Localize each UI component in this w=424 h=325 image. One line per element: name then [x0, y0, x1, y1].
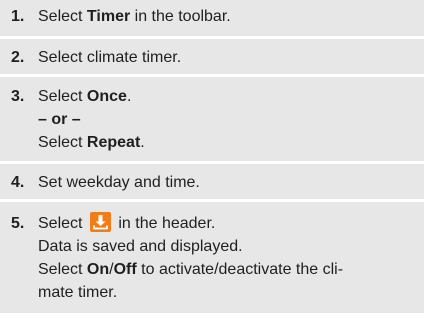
step-number: 3.	[11, 88, 25, 105]
step-text: Select Once.	[38, 88, 132, 105]
step-number: 1.	[11, 8, 25, 25]
save-icon	[89, 212, 111, 232]
timer-label: Timer	[86, 8, 131, 25]
step-4: 4. Set weekday and time.	[0, 161, 424, 199]
repeat-label: Repeat	[86, 134, 141, 151]
off-label: Off	[113, 261, 137, 278]
or-separator: – or –	[38, 111, 81, 128]
step-text: Set weekday and time.	[38, 174, 200, 191]
step-number: 4.	[11, 174, 25, 191]
once-label: Once	[86, 88, 127, 105]
step-number: 5.	[11, 215, 25, 232]
step-text: Select On/Off to activate/deactivate the…	[38, 261, 344, 278]
step-3: 3. Select Once. – or – Select Repeat.	[0, 74, 424, 161]
step-2: 2. Select climate timer.	[0, 36, 424, 74]
step-text: Select climate timer.	[38, 49, 182, 66]
step-result-text: Data is saved and displayed.	[38, 238, 243, 255]
step-text: mate timer.	[38, 284, 118, 301]
step-5: 5. Select in the header. Data is saved a…	[0, 199, 424, 313]
step-1: 1. Select Timer in the toolbar.	[0, 0, 424, 36]
step-number: 2.	[11, 49, 25, 66]
step-text: Select Repeat.	[38, 134, 145, 151]
step-text: Select in the header.	[38, 212, 416, 235]
step-text: Select Timer in the toolbar.	[38, 8, 231, 25]
instruction-steps: 1. Select Timer in the toolbar. 2. Selec…	[0, 0, 424, 325]
on-label: On	[86, 261, 110, 278]
